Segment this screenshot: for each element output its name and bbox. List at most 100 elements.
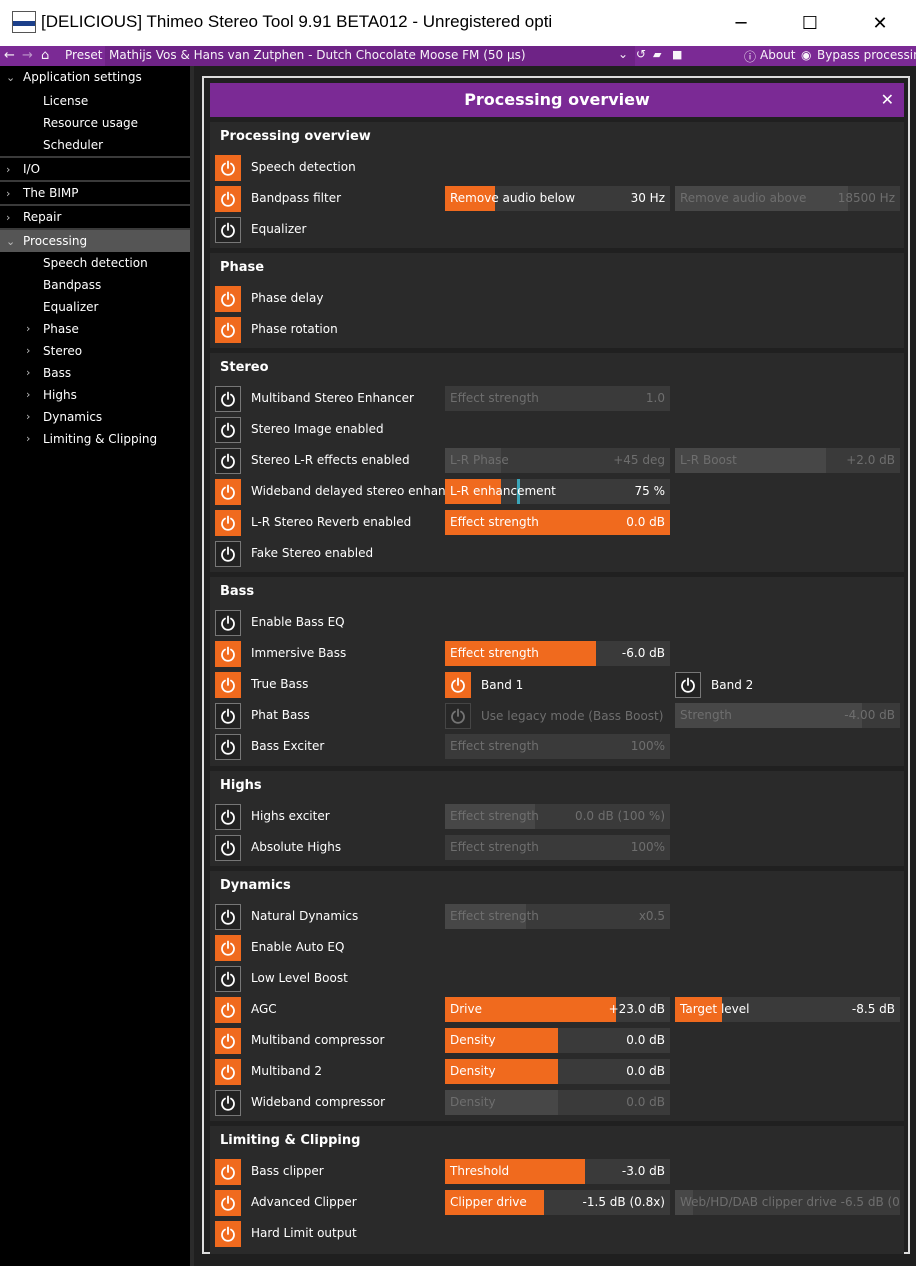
chevron-right-icon[interactable]: ›: [26, 428, 30, 450]
sidebar-item-processing[interactable]: ⌄ Processing: [0, 228, 190, 252]
chevron-right-icon[interactable]: ›: [6, 206, 10, 229]
natural-dynamics-power-button[interactable]: [215, 904, 241, 930]
fake-stereo-enabled-power-button[interactable]: [215, 541, 241, 567]
sidebar-item-stereo[interactable]: › Stereo: [0, 340, 190, 362]
sidebar-item-limiting-and-clipping[interactable]: › Limiting & Clipping: [0, 428, 190, 450]
advanced-clipper-power-button[interactable]: [215, 1190, 241, 1216]
sidebar-item-speech-detection[interactable]: Speech detection: [0, 252, 190, 274]
low-level-boost-power-button[interactable]: [215, 966, 241, 992]
slider-value: -3.0 dB: [621, 1164, 665, 1178]
chevron-down-icon[interactable]: ⌄: [6, 230, 15, 253]
multiband-compressor-primary-slider[interactable]: Density 0.0 dB: [445, 1028, 670, 1053]
close-overview-button[interactable]: ✕: [881, 83, 894, 117]
phase-rotation-power-button[interactable]: [215, 317, 241, 343]
sidebar-item-i-o[interactable]: › I/O: [0, 156, 190, 180]
phase-delay-power-button[interactable]: [215, 286, 241, 312]
enable-bass-eq-power-button[interactable]: [215, 610, 241, 636]
chevron-right-icon[interactable]: ›: [26, 406, 30, 428]
slider-name: Effect strength: [450, 515, 539, 529]
chevron-right-icon[interactable]: ›: [6, 158, 10, 181]
absolute-highs-power-button[interactable]: [215, 835, 241, 861]
slider-name: Threshold: [450, 1164, 510, 1178]
chevron-right-icon[interactable]: ›: [26, 318, 30, 340]
wideband-delayed-stereo-enhancer-primary-slider[interactable]: L-R enhancement 75 %: [445, 479, 670, 504]
enable-auto-eq-power-button[interactable]: [215, 935, 241, 961]
sidebar-item-dynamics[interactable]: › Dynamics: [0, 406, 190, 428]
sidebar-item-phase[interactable]: › Phase: [0, 318, 190, 340]
bandpass-filter-primary-slider[interactable]: Remove audio below 30 Hz: [445, 186, 670, 211]
bypass-processing-button[interactable]: Bypass processing: [817, 48, 916, 62]
close-window-button[interactable]: ✕: [857, 8, 903, 38]
sidebar-item-scheduler[interactable]: Scheduler: [0, 134, 190, 156]
row-label: Advanced Clipper: [251, 1195, 357, 1209]
chevron-down-icon[interactable]: ⌄: [6, 66, 15, 89]
undo-icon[interactable]: ↺: [636, 47, 646, 61]
minimize-button[interactable]: ─: [718, 8, 764, 38]
l-r-stereo-reverb-enabled-power-button[interactable]: [215, 510, 241, 536]
immersive-bass-power-button[interactable]: [215, 641, 241, 667]
sidebar-item-highs[interactable]: › Highs: [0, 384, 190, 406]
phat-bass-primary-power-button[interactable]: [445, 703, 471, 729]
phat-bass-power-button[interactable]: [215, 703, 241, 729]
sidebar-item-label: Speech detection: [43, 256, 148, 270]
open-folder-icon[interactable]: ▰: [653, 48, 661, 61]
true-bass-secondary-power-button[interactable]: [675, 672, 701, 698]
power-icon: [221, 1226, 235, 1242]
highs-exciter-power-button[interactable]: [215, 804, 241, 830]
agc-primary-slider[interactable]: Drive +23.0 dB: [445, 997, 670, 1022]
overview-title: Processing overview: [464, 90, 650, 109]
agc-secondary-slider[interactable]: Target level -8.5 dB: [675, 997, 900, 1022]
bass-clipper-primary-slider[interactable]: Threshold -3.0 dB: [445, 1159, 670, 1184]
l-r-stereo-reverb-enabled-primary-slider[interactable]: Effect strength 0.0 dB: [445, 510, 670, 535]
row-agc: AGC Drive +23.0 dB Target level -8.5 dB: [210, 994, 904, 1025]
slider-name: Web/HD/DAB clipper drive -6.5 dB (0.5x): [680, 1195, 900, 1209]
sidebar-item-resource-usage[interactable]: Resource usage: [0, 112, 190, 134]
chevron-right-icon[interactable]: ›: [26, 362, 30, 384]
true-bass-power-button[interactable]: [215, 672, 241, 698]
chevron-down-icon[interactable]: ⌄: [618, 47, 628, 61]
row-immersive-bass: Immersive Bass Effect strength -6.0 dB: [210, 638, 904, 669]
forward-arrow-icon[interactable]: →: [22, 48, 33, 63]
bass-clipper-power-button[interactable]: [215, 1159, 241, 1185]
bass-exciter-power-button[interactable]: [215, 734, 241, 760]
power-icon: [221, 1002, 235, 1018]
wideband-delayed-stereo-enhancer-power-button[interactable]: [215, 479, 241, 505]
advanced-clipper-primary-slider[interactable]: Clipper drive -1.5 dB (0.8x): [445, 1190, 670, 1215]
wideband-compressor-power-button[interactable]: [215, 1090, 241, 1116]
sidebar-item-bass[interactable]: › Bass: [0, 362, 190, 384]
slider-name: Effect strength: [450, 909, 539, 923]
maximize-button[interactable]: ☐: [787, 8, 833, 38]
equalizer-power-button[interactable]: [215, 217, 241, 243]
row-label: Absolute Highs: [251, 840, 342, 854]
back-arrow-icon[interactable]: ←: [4, 48, 15, 63]
sidebar-item-equalizer[interactable]: Equalizer: [0, 296, 190, 318]
sidebar-item-application-settings[interactable]: ⌄ Application settings: [0, 66, 190, 90]
stereo-l-r-effects-enabled-power-button[interactable]: [215, 448, 241, 474]
bypass-radio-icon[interactable]: ◉: [801, 48, 811, 62]
immersive-bass-primary-slider[interactable]: Effect strength -6.0 dB: [445, 641, 670, 666]
home-icon[interactable]: ⌂: [41, 48, 49, 63]
chevron-right-icon[interactable]: ›: [6, 182, 10, 205]
multiband-2-primary-slider[interactable]: Density 0.0 dB: [445, 1059, 670, 1084]
preset-value[interactable]: Mathijs Vos & Hans van Zutphen - Dutch C…: [109, 48, 614, 62]
multiband-stereo-enhancer-power-button[interactable]: [215, 386, 241, 412]
about-button[interactable]: About: [760, 48, 795, 62]
save-icon[interactable]: ■: [672, 48, 682, 61]
speech-detection-power-button[interactable]: [215, 155, 241, 181]
sidebar-item-bandpass[interactable]: Bandpass: [0, 274, 190, 296]
power-icon: [221, 739, 235, 755]
sidebar: ⌄ Application settings License Resource usa…: [0, 66, 190, 1266]
multiband-compressor-power-button[interactable]: [215, 1028, 241, 1054]
chevron-right-icon[interactable]: ›: [26, 384, 30, 406]
sidebar-item-license[interactable]: License: [0, 90, 190, 112]
true-bass-primary-power-button[interactable]: [445, 672, 471, 698]
power-icon: [221, 708, 235, 724]
hard-limit-output-power-button[interactable]: [215, 1221, 241, 1247]
bandpass-filter-power-button[interactable]: [215, 186, 241, 212]
multiband-2-power-button[interactable]: [215, 1059, 241, 1085]
stereo-image-enabled-power-button[interactable]: [215, 417, 241, 443]
sidebar-item-repair[interactable]: › Repair: [0, 204, 190, 228]
sidebar-item-the-bimp[interactable]: › The BIMP: [0, 180, 190, 204]
chevron-right-icon[interactable]: ›: [26, 340, 30, 362]
agc-power-button[interactable]: [215, 997, 241, 1023]
